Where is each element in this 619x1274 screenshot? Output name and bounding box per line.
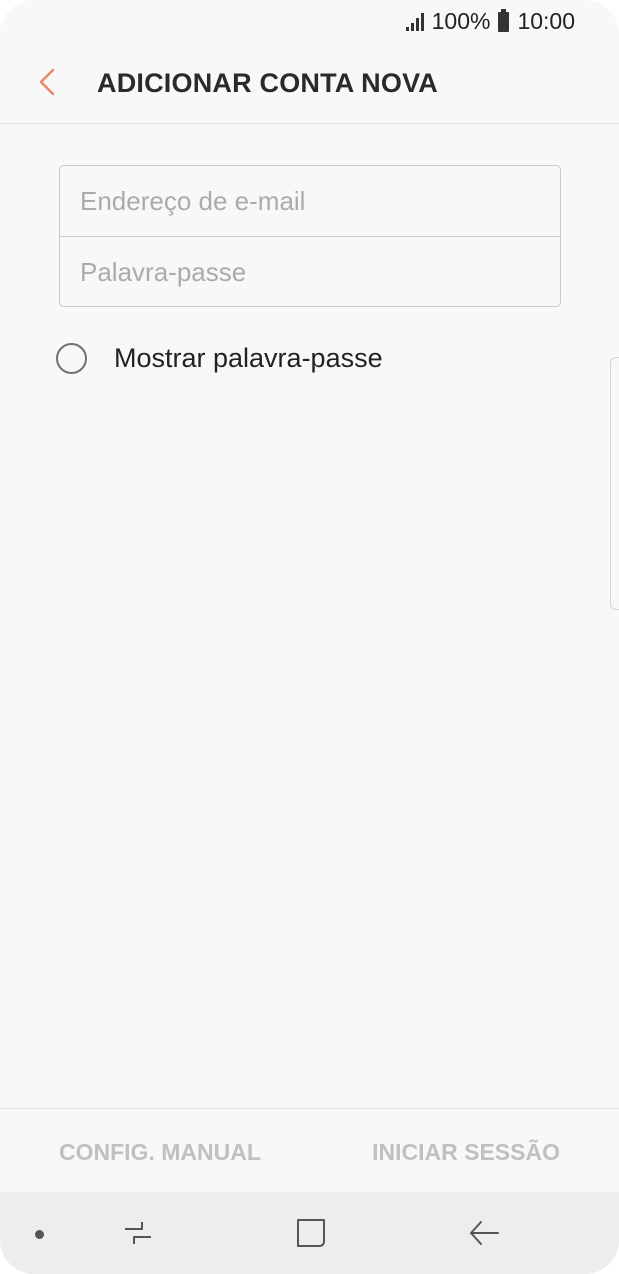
signal-icon (405, 12, 424, 31)
app-bar: ADICIONAR CONTA NOVA (0, 42, 619, 124)
back-button[interactable] (28, 62, 68, 102)
battery-icon (498, 8, 510, 32)
back-arrow-icon (470, 1221, 499, 1245)
status-indicators: 100% 10:00 (405, 8, 575, 35)
edge-panel-handle[interactable] (610, 357, 619, 610)
back-nav-button[interactable] (464, 1213, 504, 1253)
page-title: ADICIONAR CONTA NOVA (97, 68, 438, 98)
login-form (59, 165, 561, 307)
show-password-toggle[interactable]: Mostrar palavra-passe (56, 338, 383, 378)
email-field[interactable] (60, 166, 560, 236)
navigation-bar (0, 1192, 619, 1274)
home-button[interactable] (291, 1213, 331, 1253)
battery-percent: 100% (431, 8, 491, 34)
radio-unchecked-icon[interactable] (56, 342, 87, 374)
phone-screen: 100% 10:00 ADICIONAR CONTA NOVA Mostrar … (0, 0, 619, 1274)
recents-icon (125, 1222, 151, 1244)
manual-setup-button[interactable]: CONFIG. MANUAL (59, 1139, 261, 1166)
password-field[interactable] (60, 237, 560, 307)
clock: 10:00 (517, 8, 575, 34)
bottom-action-bar: CONFIG. MANUAL INICIAR SESSÃO (0, 1108, 619, 1193)
chevron-left-icon (39, 68, 55, 96)
show-password-label: Mostrar palavra-passe (114, 342, 383, 373)
recents-button[interactable] (118, 1213, 158, 1253)
dot-icon[interactable] (35, 1230, 44, 1239)
status-bar: 100% 10:00 (0, 0, 619, 42)
sign-in-button[interactable]: INICIAR SESSÃO (372, 1139, 560, 1166)
home-icon (297, 1219, 325, 1247)
